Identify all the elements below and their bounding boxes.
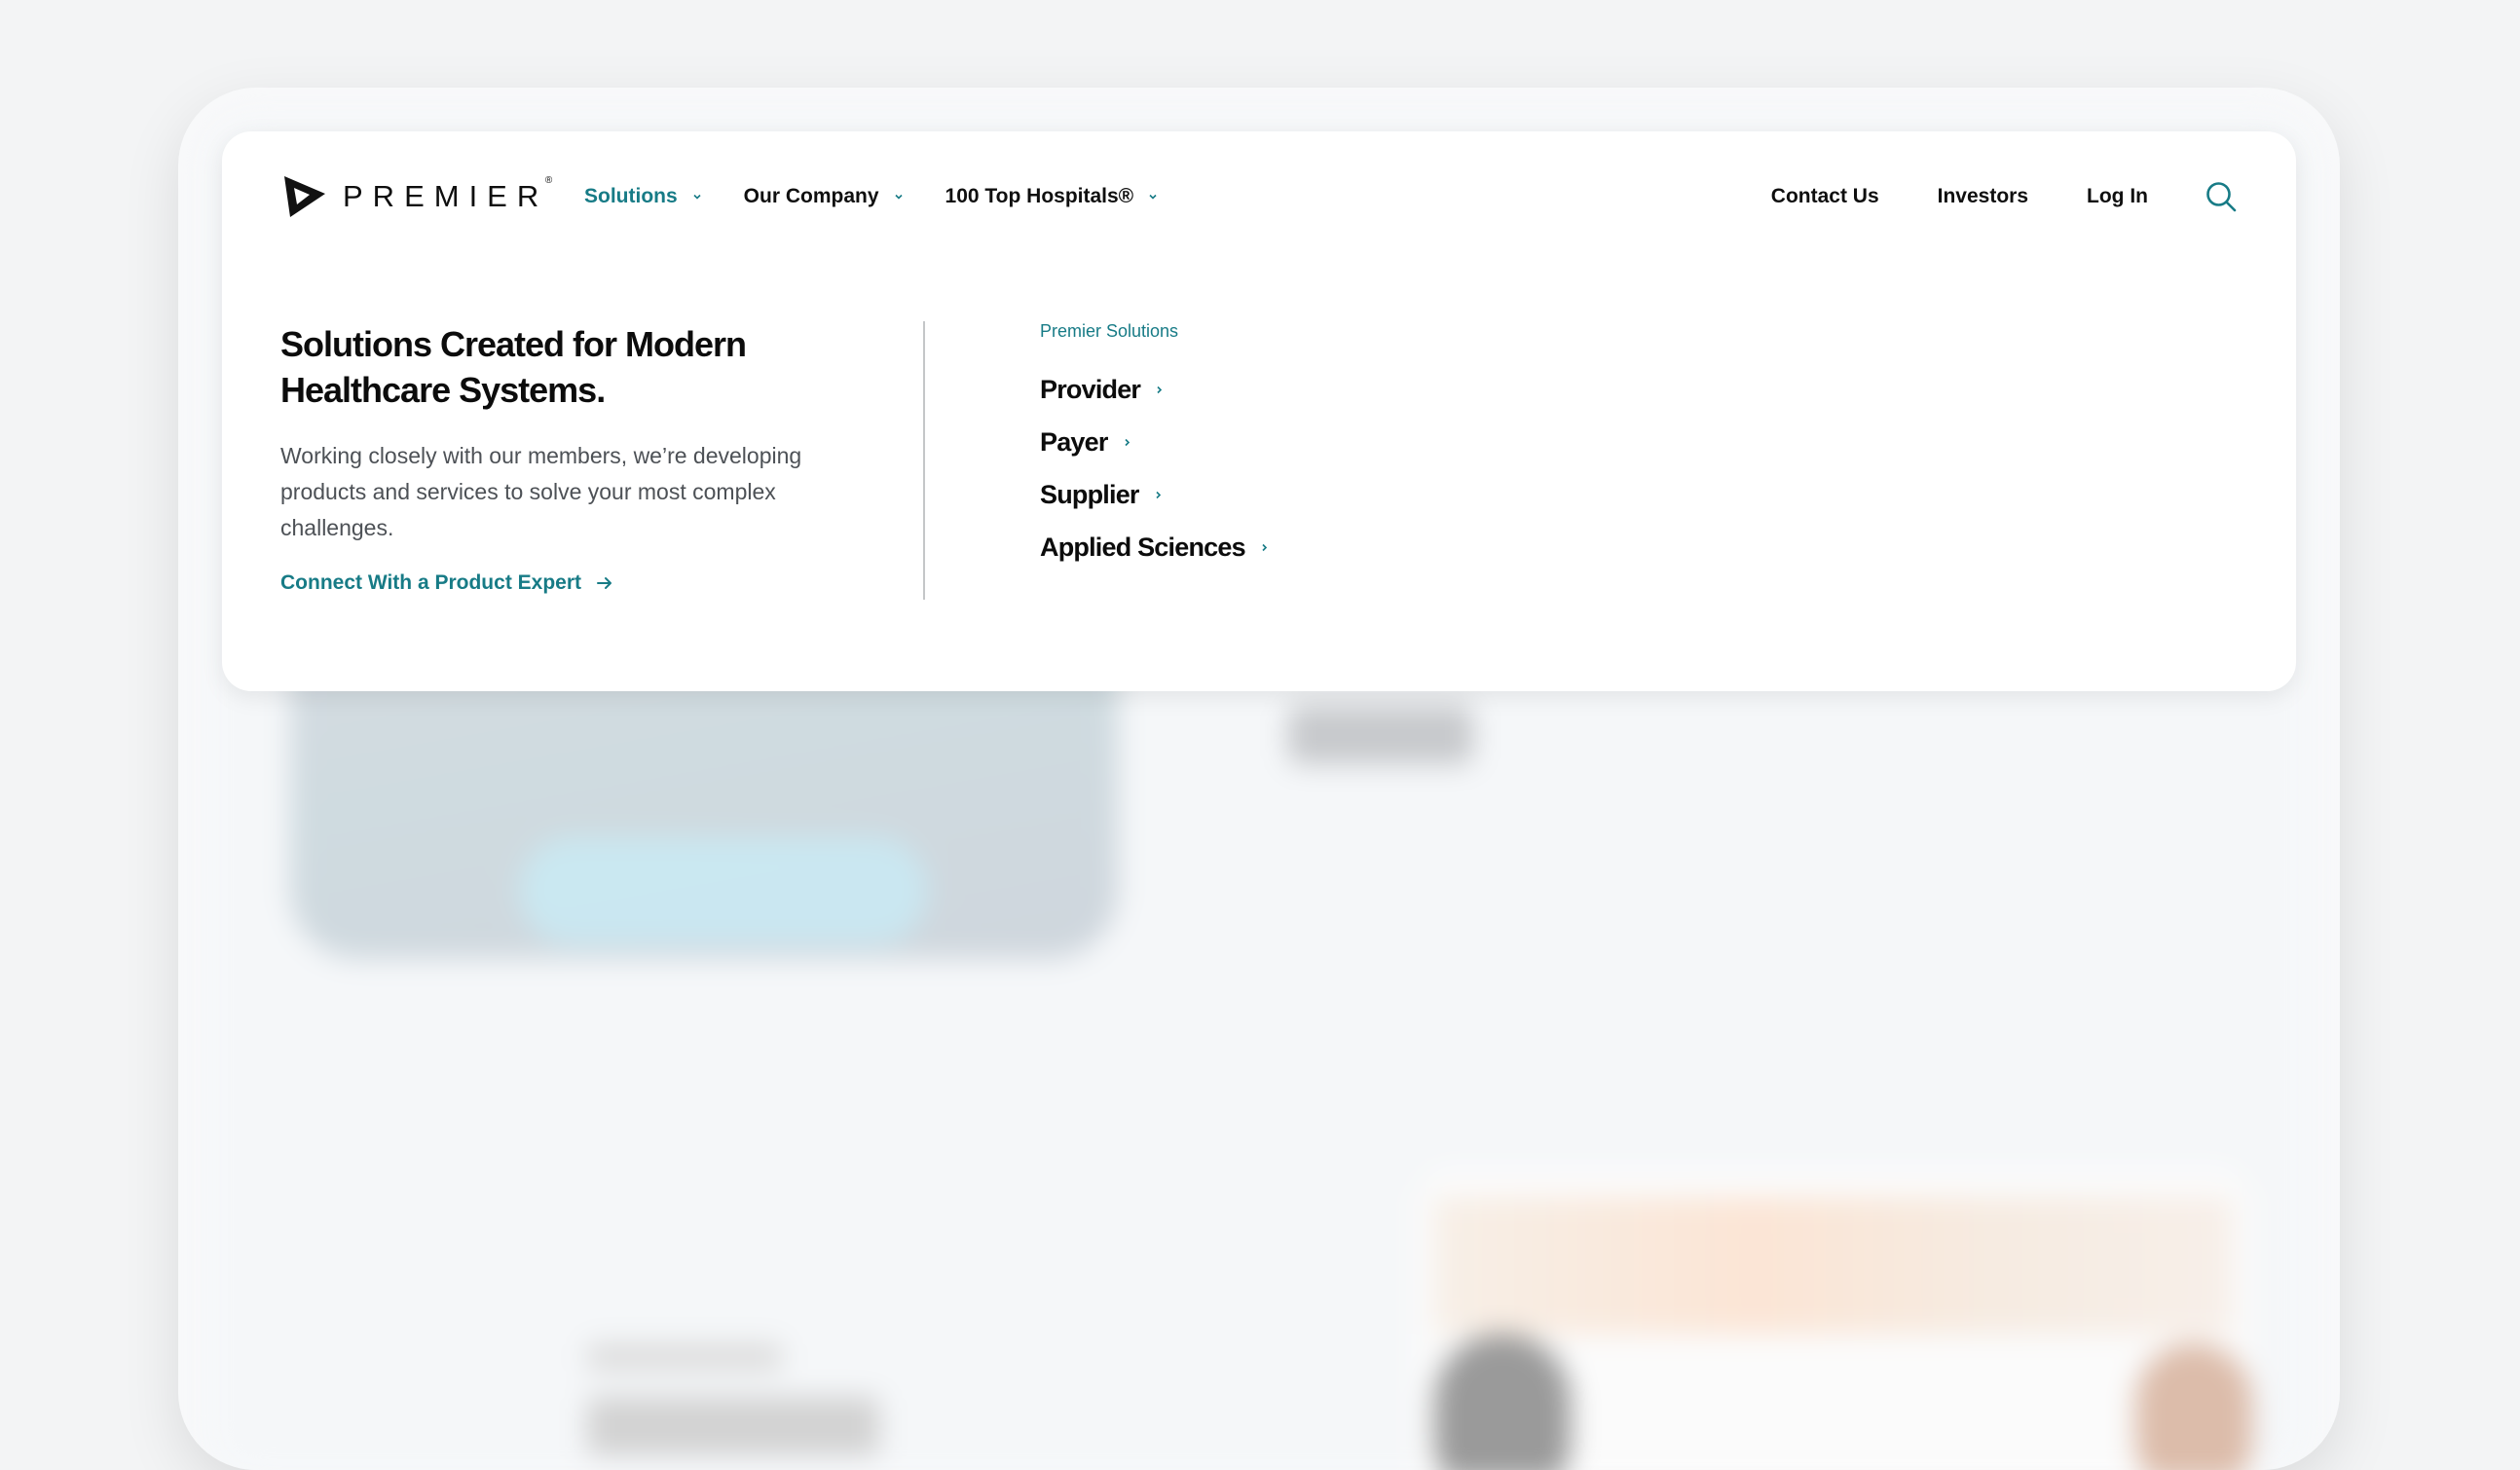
- premier-solutions-list: Premier Solutions Provider Payer Supplie…: [1040, 321, 1270, 573]
- solution-link-label: Provider: [1040, 374, 1141, 404]
- nav-solutions[interactable]: Solutions: [584, 185, 703, 208]
- premier-logo-icon: [284, 176, 325, 217]
- chevron-right-icon: [1125, 438, 1130, 446]
- search-icon[interactable]: [2205, 180, 2238, 213]
- section-heading-blurred: [587, 1397, 879, 1455]
- nav-100-top-hospitals[interactable]: 100 Top Hospitals®: [945, 185, 1160, 208]
- nav-our-company[interactable]: Our Company: [744, 185, 905, 208]
- arrow-right-icon: [597, 577, 612, 589]
- chevron-right-icon: [1156, 491, 1161, 498]
- solution-link-provider[interactable]: Provider: [1040, 363, 1270, 416]
- hero-button-blurred: [1288, 706, 1473, 764]
- feature-card-band: [1434, 1197, 2233, 1334]
- chevron-down-icon: [1149, 194, 1157, 200]
- person-image-blurred: [1434, 1334, 1571, 1470]
- premier-solutions-label: Premier Solutions: [1040, 321, 1179, 341]
- hero-image-highlight: [519, 837, 928, 944]
- mega-menu-intro: Solutions Created for Modern Healthcare …: [280, 321, 865, 595]
- connect-product-expert-link[interactable]: Connect With a Product Expert: [280, 571, 614, 595]
- chevron-down-icon: [693, 194, 701, 200]
- solution-link-label: Supplier: [1040, 479, 1139, 509]
- solution-link-label: Applied Sciences: [1040, 532, 1246, 562]
- mega-menu-heading: Solutions Created for Modern Healthcare …: [280, 324, 747, 410]
- contact-us-link[interactable]: Contact Us: [1771, 185, 1879, 208]
- logo-wordmark: PREMIER ®: [343, 175, 553, 213]
- solution-link-payer[interactable]: Payer: [1040, 416, 1270, 468]
- investors-link[interactable]: Investors: [1938, 185, 2028, 208]
- nav-100-top-hospitals-label: 100 Top Hospitals®: [945, 185, 1134, 207]
- solution-link-applied-sciences[interactable]: Applied Sciences: [1040, 521, 1270, 573]
- mega-menu-description: Working closely with our members, we’re …: [280, 443, 802, 540]
- chevron-right-icon: [1262, 543, 1267, 551]
- solution-link-supplier[interactable]: Supplier: [1040, 468, 1270, 521]
- nav-solutions-label: Solutions: [584, 185, 678, 207]
- person-image-blurred-2: [2135, 1343, 2252, 1470]
- eyebrow-text-blurred: [587, 1343, 782, 1371]
- chevron-right-icon: [1157, 386, 1163, 393]
- main-nav: Solutions Our Company 100 Top Hospitals®: [584, 185, 1200, 208]
- chevron-down-icon: [894, 194, 903, 200]
- connect-product-expert-label: Connect With a Product Expert: [280, 571, 582, 594]
- premier-logo[interactable]: PREMIER ®: [280, 172, 553, 221]
- mega-menu-panel: PREMIER ® Solutions Our Company 100 Top H…: [222, 131, 2296, 691]
- utility-nav: Contact Us Investors Log In: [1713, 180, 2238, 213]
- mega-menu-divider: [923, 321, 925, 600]
- log-in-link[interactable]: Log In: [2087, 185, 2148, 208]
- nav-our-company-label: Our Company: [743, 185, 879, 207]
- solution-link-label: Payer: [1040, 426, 1108, 457]
